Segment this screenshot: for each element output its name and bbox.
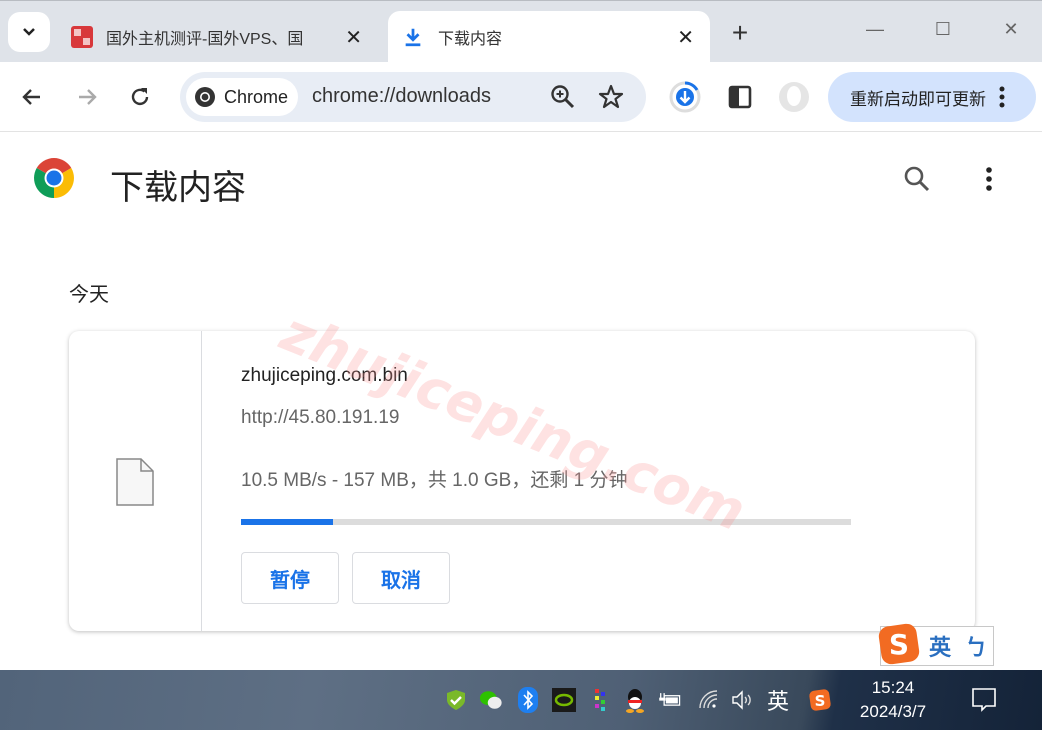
search-icon[interactable] — [903, 165, 931, 193]
relaunch-update-button[interactable]: 重新启动即可更新 — [828, 72, 1036, 122]
tab-zhujiceping[interactable]: 国外主机测评-国外VPS、国 ✕ — [58, 11, 378, 63]
bluetooth-icon[interactable] — [516, 687, 540, 713]
tab-title: 国外主机测评-国外VPS、国 — [106, 31, 304, 48]
browser-toolbar: Chrome chrome://downloads 重新启动即可更新 — [0, 62, 1042, 132]
chip-label: Chrome — [224, 86, 289, 107]
pause-button[interactable]: 暂停 — [241, 552, 339, 604]
url-text[interactable]: chrome://downloads — [312, 85, 491, 108]
tab-close-button[interactable]: ✕ — [677, 25, 694, 50]
wifi-icon[interactable] — [697, 688, 721, 712]
download-item: zhujiceping.com.bin http://45.80.191.19 … — [69, 331, 975, 631]
close-window-button[interactable]: ✕ — [996, 19, 1026, 47]
colorful-app-icon[interactable] — [588, 688, 612, 712]
input-language-indicator[interactable]: 英 — [764, 688, 792, 714]
download-status: 10.5 MB/s - 157 MB，共 1.0 GB，还剩 1 分钟 — [241, 470, 628, 491]
volume-icon[interactable] — [730, 688, 754, 712]
profile-avatar-icon[interactable] — [777, 80, 811, 114]
file-name-link[interactable]: zhujiceping.com.bin — [241, 365, 408, 387]
maximize-button[interactable]: ☐ — [928, 19, 958, 47]
reload-icon — [131, 88, 149, 106]
battery-charging-icon[interactable] — [659, 688, 683, 712]
source-url-link[interactable]: http://45.80.191.19 — [241, 407, 399, 429]
ime-toolbar[interactable]: S 英 ㄅ — [878, 623, 994, 666]
arrow-left-icon — [22, 89, 40, 105]
address-bar[interactable]: Chrome chrome://downloads — [180, 72, 646, 122]
more-vert-icon[interactable] — [984, 165, 994, 193]
date-group-label: 今天 — [69, 284, 109, 306]
forward-button[interactable] — [72, 82, 102, 112]
svg-text:S: S — [815, 692, 826, 710]
chrome-logo-icon — [195, 87, 215, 107]
notifications-icon[interactable] — [970, 686, 998, 714]
more-vert-icon[interactable] — [998, 85, 1006, 109]
tab-downloads[interactable]: 下载内容 ✕ — [388, 11, 710, 63]
minimize-button[interactable]: — — [860, 19, 890, 47]
downloads-page: 下载内容 今天 zhujiceping.com.bin http://45.80… — [0, 132, 1042, 670]
chrome-logo-icon — [34, 158, 74, 198]
ime-punct-label[interactable]: ㄅ — [965, 630, 987, 662]
tab-close-button[interactable]: ✕ — [345, 25, 362, 50]
sogou-logo-icon: S — [878, 623, 920, 665]
card-divider — [201, 331, 202, 631]
reload-button[interactable] — [125, 82, 155, 112]
clock-time: 15:24 — [871, 678, 915, 697]
qq-icon[interactable] — [623, 688, 647, 713]
security-app-icon[interactable] — [444, 688, 468, 712]
taskbar: 英 S 15:24 2024/3/7 — [0, 670, 1042, 730]
tab-title: 下载内容 — [438, 31, 503, 48]
nvidia-icon[interactable] — [552, 688, 576, 712]
file-icon — [116, 458, 154, 506]
download-icon — [405, 28, 421, 47]
title-bar: 国外主机测评-国外VPS、国 ✕ 下载内容 ✕ + — ☐ ✕ — [0, 0, 1042, 63]
page-title: 下载内容 — [110, 169, 246, 207]
system-clock[interactable]: 15:24 2024/3/7 — [858, 676, 928, 724]
update-label: 重新启动即可更新 — [850, 89, 986, 109]
back-button[interactable] — [17, 82, 47, 112]
sogou-tray-icon[interactable]: S — [808, 688, 832, 712]
new-tab-button[interactable]: + — [726, 17, 754, 49]
ime-mode-label[interactable]: 英 — [929, 630, 951, 662]
svg-text:S: S — [889, 628, 909, 661]
site-favicon-icon — [71, 26, 93, 48]
download-progress-fill — [241, 519, 333, 525]
chevron-down-icon — [23, 28, 35, 36]
zoom-icon[interactable] — [550, 84, 576, 110]
arrow-right-icon — [79, 89, 97, 105]
side-panel-icon[interactable] — [723, 80, 757, 114]
star-icon[interactable] — [598, 84, 624, 110]
clock-date: 2024/3/7 — [859, 702, 927, 721]
site-info-chip[interactable]: Chrome — [186, 78, 298, 116]
tab-search-button[interactable] — [8, 12, 50, 52]
wechat-icon[interactable] — [479, 688, 503, 712]
download-progress-bar — [241, 519, 851, 525]
downloads-progress-icon[interactable] — [668, 80, 702, 114]
cancel-button[interactable]: 取消 — [352, 552, 450, 604]
